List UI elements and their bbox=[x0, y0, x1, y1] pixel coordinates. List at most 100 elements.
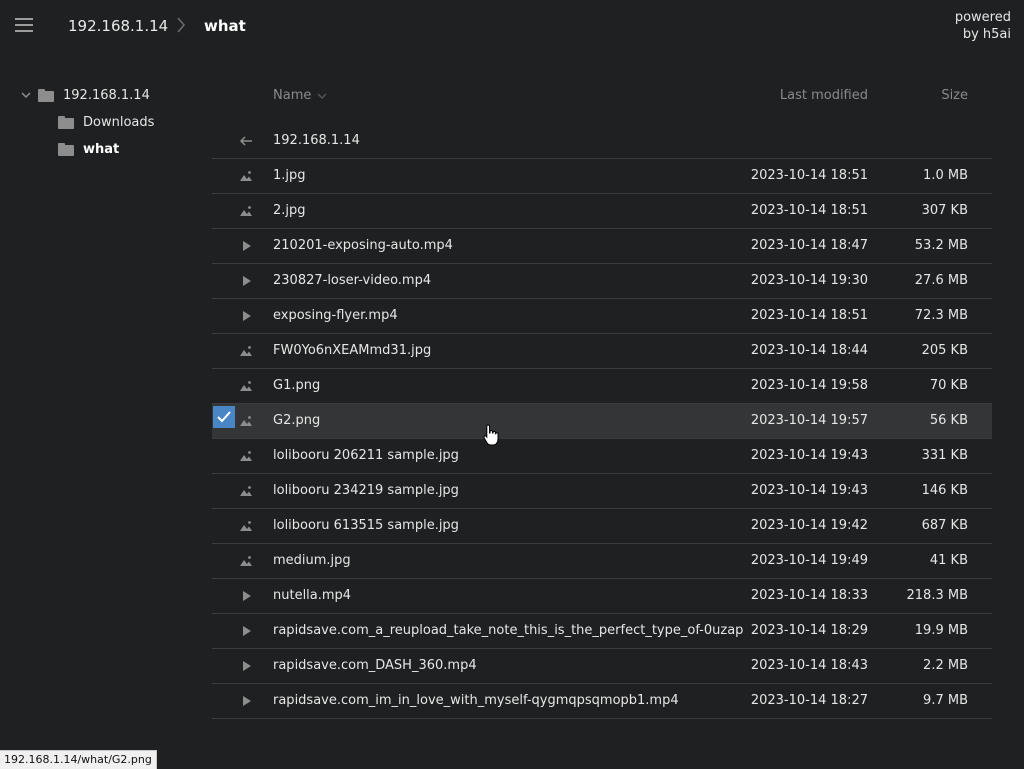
tree-item-label: 192.168.1.14 bbox=[63, 87, 150, 103]
chevron-down-icon[interactable] bbox=[20, 89, 32, 101]
powered-line-2: by h5ai bbox=[962, 27, 1011, 42]
file-size: 27.6 MB bbox=[914, 273, 968, 288]
file-row[interactable]: lolibooru 234219 sample.jpg 2023-10-14 19… bbox=[212, 474, 992, 509]
folder-icon bbox=[38, 88, 54, 102]
tree-item-root[interactable]: 192.168.1.14 bbox=[20, 84, 150, 106]
file-size: 56 KB bbox=[929, 413, 968, 428]
file-row[interactable]: rapidsave.com_im_in_love_with_myself-qyg… bbox=[212, 684, 992, 719]
sort-chevron-down-icon bbox=[317, 93, 327, 99]
file-modified: 2023-10-14 18:47 bbox=[750, 238, 868, 253]
play-icon bbox=[243, 241, 251, 251]
listing-header: Name Last modified Size bbox=[212, 80, 992, 110]
file-modified: 2023-10-14 18:43 bbox=[750, 658, 868, 673]
file-row[interactable]: rapidsave.com_DASH_360.mp4 2023-10-14 18:… bbox=[212, 649, 992, 684]
file-size: 331 KB bbox=[921, 448, 968, 463]
menu-icon[interactable] bbox=[15, 18, 33, 32]
selected-checkbox[interactable] bbox=[213, 406, 235, 428]
file-size: 70 KB bbox=[929, 378, 968, 393]
file-name: 2.jpg bbox=[273, 203, 306, 218]
file-size: 41 KB bbox=[929, 553, 968, 568]
file-modified: 2023-10-14 18:27 bbox=[750, 693, 868, 708]
file-row[interactable]: 2.jpg 2023-10-14 18:51 307 KB bbox=[212, 194, 992, 229]
file-row[interactable]: 230827-loser-video.mp4 2023-10-14 19:30 27… bbox=[212, 264, 992, 299]
file-name: FW0Yo6nXEAMmd31.jpg bbox=[273, 343, 432, 358]
file-row[interactable]: G1.png 2023-10-14 19:58 70 KB bbox=[212, 369, 992, 404]
column-header-modified[interactable]: Last modified bbox=[780, 88, 868, 103]
file-size: 53.2 MB bbox=[914, 238, 968, 253]
image-icon bbox=[240, 486, 252, 496]
breadcrumb-current[interactable]: what bbox=[204, 17, 246, 35]
file-modified: 2023-10-14 19:43 bbox=[750, 448, 868, 463]
file-row[interactable]: FW0Yo6nXEAMmd31.jpg 2023-10-14 18:44 205 K… bbox=[212, 334, 992, 369]
file-name: lolibooru 206211 sample.jpg bbox=[273, 448, 459, 463]
image-icon bbox=[240, 416, 252, 426]
tree-item-downloads[interactable]: Downloads bbox=[58, 111, 154, 133]
image-icon bbox=[240, 206, 252, 216]
file-name: G2.png bbox=[273, 413, 321, 428]
play-icon bbox=[243, 626, 251, 636]
file-size: 19.9 MB bbox=[914, 623, 968, 638]
play-icon bbox=[243, 696, 251, 706]
file-modified: 2023-10-14 19:58 bbox=[750, 378, 868, 393]
image-icon bbox=[240, 521, 252, 531]
file-name: rapidsave.com_DASH_360.mp4 bbox=[273, 658, 477, 673]
folder-icon bbox=[58, 115, 74, 129]
file-row[interactable]: rapidsave.com_a_reupload_take_note_this_… bbox=[212, 614, 992, 649]
file-row[interactable]: exposing-flyer.mp4 2023-10-14 18:51 72.3 M… bbox=[212, 299, 992, 334]
file-row[interactable]: 210201-exposing-auto.mp4 2023-10-14 18:47… bbox=[212, 229, 992, 264]
status-bar-url: 192.168.1.14/what/G2.png bbox=[0, 750, 157, 769]
file-name: 210201-exposing-auto.mp4 bbox=[273, 238, 453, 253]
file-modified: 2023-10-14 19:42 bbox=[750, 518, 868, 533]
file-name: 230827-loser-video.mp4 bbox=[273, 273, 432, 288]
powered-by-link[interactable]: powered by h5ai bbox=[955, 9, 1011, 43]
file-modified: 2023-10-14 18:51 bbox=[750, 308, 868, 323]
column-header-size[interactable]: Size bbox=[941, 88, 968, 103]
powered-line-1: powered bbox=[954, 10, 1011, 25]
file-row[interactable]: nutella.mp4 2023-10-14 18:33 218.3 MB bbox=[212, 579, 992, 614]
image-icon bbox=[240, 171, 252, 181]
file-name: 1.jpg bbox=[273, 168, 306, 183]
file-size: 2.2 MB bbox=[923, 658, 968, 673]
file-modified: 2023-10-14 18:33 bbox=[750, 588, 868, 603]
file-modified: 2023-10-14 18:29 bbox=[750, 623, 868, 638]
column-header-name[interactable]: Name bbox=[273, 88, 327, 103]
file-size: 218.3 MB bbox=[906, 588, 968, 603]
file-name: lolibooru 613515 sample.jpg bbox=[273, 518, 459, 533]
tree-item-label: what bbox=[83, 141, 120, 157]
file-size: 687 KB bbox=[921, 518, 968, 533]
file-size: 205 KB bbox=[921, 343, 968, 358]
image-icon bbox=[240, 451, 252, 461]
file-row[interactable]: 1.jpg 2023-10-14 18:51 1.0 MB bbox=[212, 159, 992, 194]
file-modified: 2023-10-14 19:57 bbox=[750, 413, 868, 428]
file-row[interactable]: lolibooru 206211 sample.jpg 2023-10-14 19… bbox=[212, 439, 992, 474]
folder-icon bbox=[58, 142, 74, 156]
file-modified: 2023-10-14 18:51 bbox=[750, 203, 868, 218]
file-row[interactable]: medium.jpg 2023-10-14 19:49 41 KB bbox=[212, 544, 992, 579]
file-modified: 2023-10-14 18:44 bbox=[750, 343, 868, 358]
hand-pointer-icon bbox=[483, 424, 499, 446]
breadcrumb-root[interactable]: 192.168.1.14 bbox=[68, 17, 168, 35]
tree-item-what[interactable]: what bbox=[58, 138, 119, 160]
file-name: exposing-flyer.mp4 bbox=[273, 308, 398, 323]
file-modified: 2023-10-14 18:51 bbox=[750, 168, 868, 183]
file-name: lolibooru 234219 sample.jpg bbox=[273, 483, 459, 498]
file-size: 146 KB bbox=[921, 483, 968, 498]
file-modified: 2023-10-14 19:30 bbox=[750, 273, 868, 288]
parent-folder-row[interactable]: 192.168.1.14 bbox=[212, 124, 992, 159]
file-modified: 2023-10-14 19:49 bbox=[750, 553, 868, 568]
image-icon bbox=[240, 556, 252, 566]
checkmark-icon bbox=[217, 411, 231, 423]
file-size: 1.0 MB bbox=[923, 168, 968, 183]
image-icon bbox=[240, 346, 252, 356]
parent-folder-name: 192.168.1.14 bbox=[273, 133, 360, 148]
file-row[interactable]: G2.png 2023-10-14 19:57 56 KB bbox=[212, 404, 992, 439]
file-name: G1.png bbox=[273, 378, 321, 393]
file-name: rapidsave.com_a_reupload_take_note_this_… bbox=[273, 623, 743, 638]
chevron-right-icon bbox=[177, 17, 186, 33]
file-size: 307 KB bbox=[921, 203, 968, 218]
play-icon bbox=[243, 276, 251, 286]
file-name: rapidsave.com_im_in_love_with_myself-qyg… bbox=[273, 693, 679, 708]
image-icon bbox=[240, 381, 252, 391]
file-row[interactable]: lolibooru 613515 sample.jpg 2023-10-14 19… bbox=[212, 509, 992, 544]
file-name: medium.jpg bbox=[273, 553, 351, 568]
